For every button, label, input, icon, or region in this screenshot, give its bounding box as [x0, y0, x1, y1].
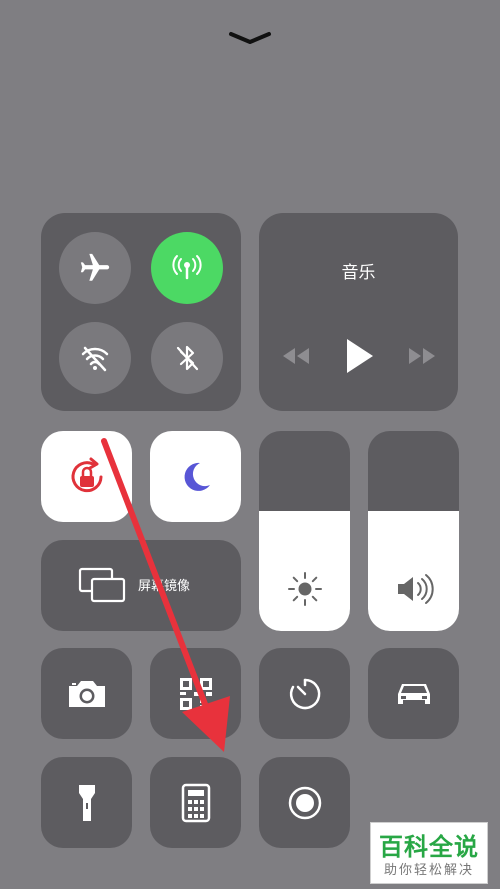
- annotation-arrow: [101, 438, 230, 752]
- watermark-line1: 百科全说: [379, 833, 479, 861]
- watermark-badge: 百科全说 助你轻松解决: [370, 822, 488, 884]
- watermark-line2: 助你轻松解决: [383, 863, 474, 878]
